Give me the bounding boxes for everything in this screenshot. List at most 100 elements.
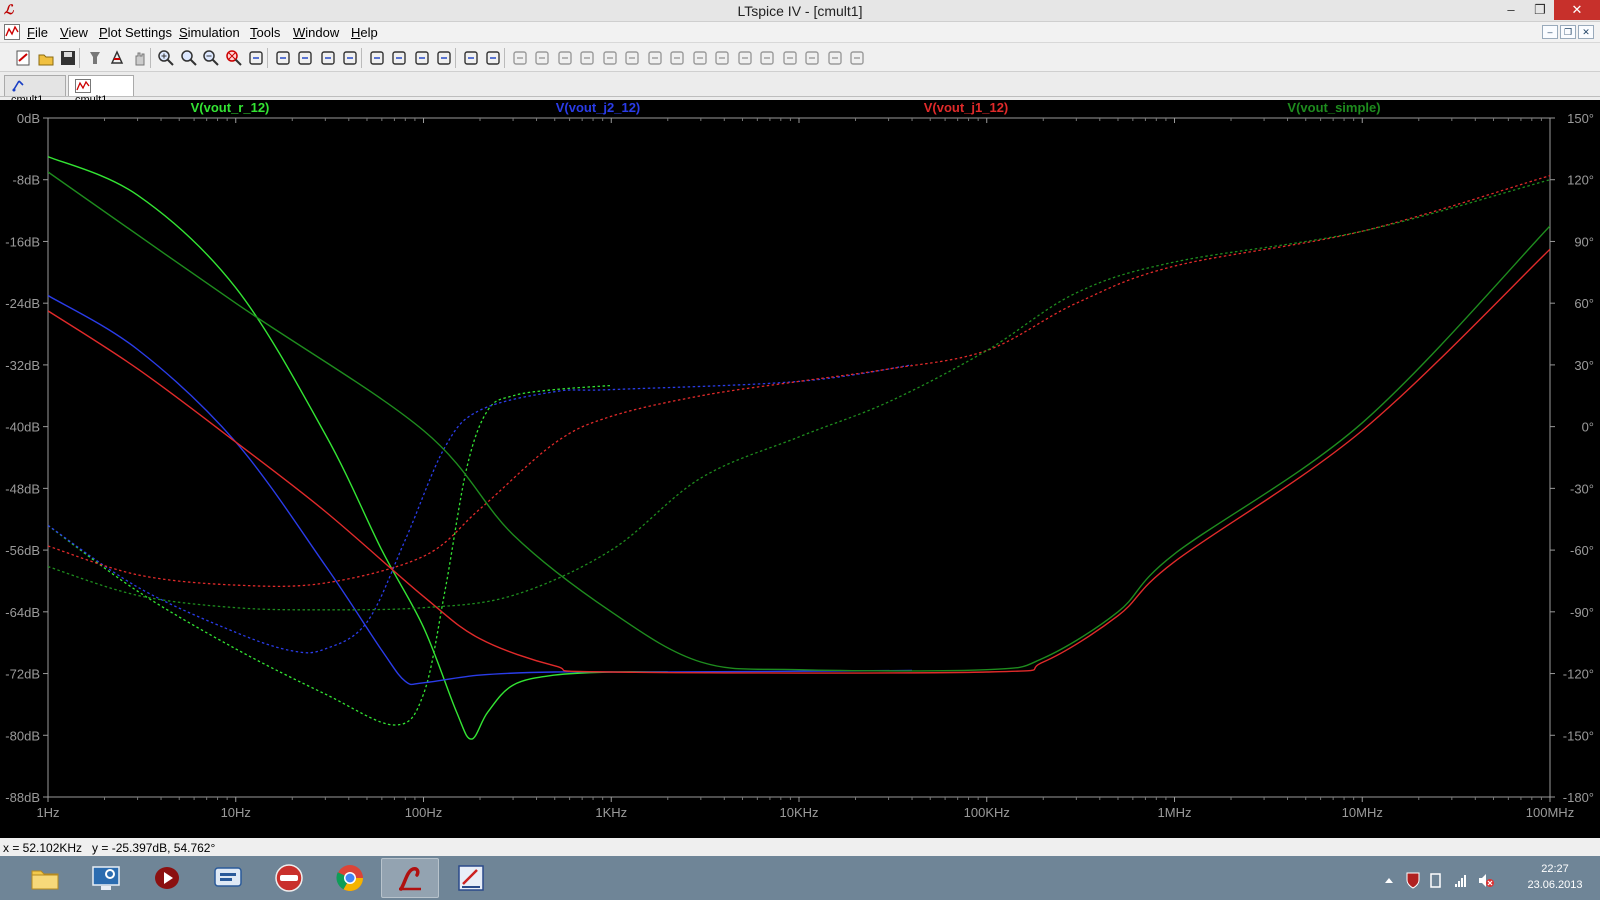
diode-icon bbox=[647, 51, 662, 65]
trace-label-v-vout-j2-12[interactable]: V(vout_j2_12) bbox=[556, 100, 641, 115]
tab-waveform[interactable]: cmult1 bbox=[68, 75, 134, 106]
trace-label-v-vout-simple[interactable]: V(vout_simple) bbox=[1287, 100, 1380, 115]
bode-plot[interactable]: 1Hz 10Hz 100Hz 1KHz 10KHz 100KHz 1MHz 10MHz 100M… bbox=[0, 100, 1600, 838]
menu-file[interactable]: File bbox=[27, 25, 48, 40]
trace-label-v-vout-r-12[interactable]: V(vout_r_12) bbox=[191, 100, 270, 115]
spice-directive-button[interactable] bbox=[848, 49, 866, 67]
antivirus-icon[interactable] bbox=[1406, 872, 1420, 889]
menu-tools[interactable]: Tools bbox=[250, 25, 280, 40]
taskbar-nero[interactable] bbox=[260, 858, 318, 898]
mirror-button[interactable] bbox=[803, 49, 821, 67]
arrange-button[interactable] bbox=[341, 49, 359, 67]
run-button[interactable] bbox=[108, 49, 126, 67]
trace-label-v-vout-j1-12[interactable]: V(vout_j1_12) bbox=[924, 100, 1009, 115]
print-icon bbox=[486, 51, 500, 65]
menu-view[interactable]: View bbox=[60, 25, 88, 40]
taskbar-chrome[interactable] bbox=[321, 858, 379, 898]
autorange-button[interactable] bbox=[247, 49, 265, 67]
open-button[interactable] bbox=[37, 49, 55, 67]
paste-button[interactable] bbox=[413, 49, 431, 67]
volume-muted-icon[interactable] bbox=[1479, 874, 1494, 887]
zoom-fit-button[interactable] bbox=[225, 49, 243, 67]
folder-icon bbox=[31, 870, 59, 890]
halt-button[interactable] bbox=[131, 49, 149, 67]
network-icon[interactable] bbox=[1455, 875, 1466, 887]
menu-window[interactable]: Window bbox=[293, 25, 339, 40]
ground-button[interactable] bbox=[533, 49, 551, 67]
y-left-tick-label: -8dB bbox=[13, 173, 40, 188]
cut-button[interactable] bbox=[368, 49, 386, 67]
taskbar-file-explorer[interactable] bbox=[16, 858, 74, 898]
capacitor-button[interactable] bbox=[601, 49, 619, 67]
series-phase-v-vout-r-12[interactable] bbox=[48, 384, 612, 726]
y-left-tick-label: -80dB bbox=[5, 728, 40, 743]
save-button[interactable] bbox=[59, 49, 77, 67]
system-tray[interactable] bbox=[1385, 870, 1505, 890]
save-icon bbox=[61, 51, 75, 65]
taskbar-remote-desktop[interactable] bbox=[77, 858, 135, 898]
run-icon bbox=[110, 50, 124, 64]
label-button[interactable] bbox=[556, 49, 574, 67]
series-magnitude-v-vout-simple[interactable] bbox=[48, 171, 1550, 672]
zoom-pan-button[interactable] bbox=[180, 49, 198, 67]
inductor-button[interactable] bbox=[623, 49, 641, 67]
close-button[interactable]: ✕ bbox=[1554, 0, 1600, 20]
find-button[interactable] bbox=[435, 49, 453, 67]
device-icon[interactable] bbox=[1430, 873, 1441, 888]
tab-schematic[interactable]: cmult1 bbox=[4, 75, 66, 106]
taskbar-editor[interactable] bbox=[442, 858, 500, 898]
diode-button[interactable] bbox=[646, 49, 664, 67]
taskbar-clock[interactable]: 22:27 23.06.2013 bbox=[1512, 861, 1598, 893]
y-right-tick-label: -30° bbox=[1570, 481, 1594, 496]
zoom-out-button[interactable] bbox=[202, 49, 220, 67]
move-icon bbox=[692, 51, 707, 65]
series-magnitude-v-vout-r-12[interactable] bbox=[48, 155, 668, 740]
zoom-pan-icon bbox=[180, 50, 197, 66]
stack-button[interactable] bbox=[296, 49, 314, 67]
resistor-icon bbox=[580, 51, 594, 65]
menu-simulation[interactable]: Simulation bbox=[179, 25, 240, 40]
zoom-in-button[interactable] bbox=[157, 49, 175, 67]
minimize-button[interactable]: – bbox=[1496, 0, 1526, 20]
component-button[interactable] bbox=[668, 49, 686, 67]
maximize-button[interactable]: ❐ bbox=[1525, 0, 1555, 20]
waveform-plot-pane[interactable]: 1Hz 10Hz 100Hz 1KHz 10KHz 100KHz 1MHz 10MHz 100M… bbox=[0, 100, 1600, 838]
cascade-button[interactable] bbox=[319, 49, 337, 67]
tile-button[interactable] bbox=[274, 49, 292, 67]
text-button[interactable] bbox=[826, 49, 844, 67]
taskbar-ltspice[interactable] bbox=[381, 858, 439, 898]
copy-button[interactable] bbox=[390, 49, 408, 67]
y-left-tick-label: -72dB bbox=[5, 667, 40, 682]
redo-button[interactable] bbox=[758, 49, 776, 67]
menu-plot-settings[interactable]: Plot Settings bbox=[99, 25, 172, 40]
print-preview-icon bbox=[463, 51, 478, 65]
series-phase-v-vout-simple[interactable] bbox=[48, 179, 1550, 611]
resistor-button[interactable] bbox=[578, 49, 596, 67]
mdi-close-button[interactable]: ✕ bbox=[1578, 25, 1594, 39]
mdi-restore-button[interactable]: ❐ bbox=[1560, 25, 1576, 39]
drag-button[interactable] bbox=[713, 49, 731, 67]
x-tick-label: 1Hz bbox=[36, 805, 59, 820]
find-icon bbox=[437, 51, 451, 65]
wire-button[interactable] bbox=[511, 49, 529, 67]
rotate-button[interactable] bbox=[781, 49, 799, 67]
move-button[interactable] bbox=[691, 49, 709, 67]
clock-time: 22:27 bbox=[1541, 863, 1569, 875]
spice-directive-icon bbox=[850, 51, 864, 65]
menu-help[interactable]: Help bbox=[351, 25, 378, 40]
show-hidden-icons-icon[interactable] bbox=[1385, 878, 1393, 883]
print-preview-button[interactable] bbox=[462, 49, 480, 67]
x-tick-label: 1MHz bbox=[1158, 805, 1192, 820]
taskbar-media-player[interactable] bbox=[138, 858, 196, 898]
waveform-window-icon[interactable] bbox=[4, 24, 20, 40]
series-phase-v-vout-j2-12[interactable] bbox=[48, 364, 913, 654]
series-magnitude-v-vout-j2-12[interactable] bbox=[48, 294, 913, 686]
new-schematic-button[interactable] bbox=[14, 49, 32, 67]
mdi-minimize-button[interactable]: – bbox=[1542, 25, 1558, 39]
taskbar-messenger[interactable] bbox=[199, 858, 257, 898]
x-tick-label: 10Hz bbox=[221, 805, 251, 820]
control-panel-button[interactable] bbox=[86, 49, 104, 67]
print-button[interactable] bbox=[484, 49, 502, 67]
undo-button[interactable] bbox=[736, 49, 754, 67]
y-left-tick-label: -88dB bbox=[5, 790, 40, 805]
